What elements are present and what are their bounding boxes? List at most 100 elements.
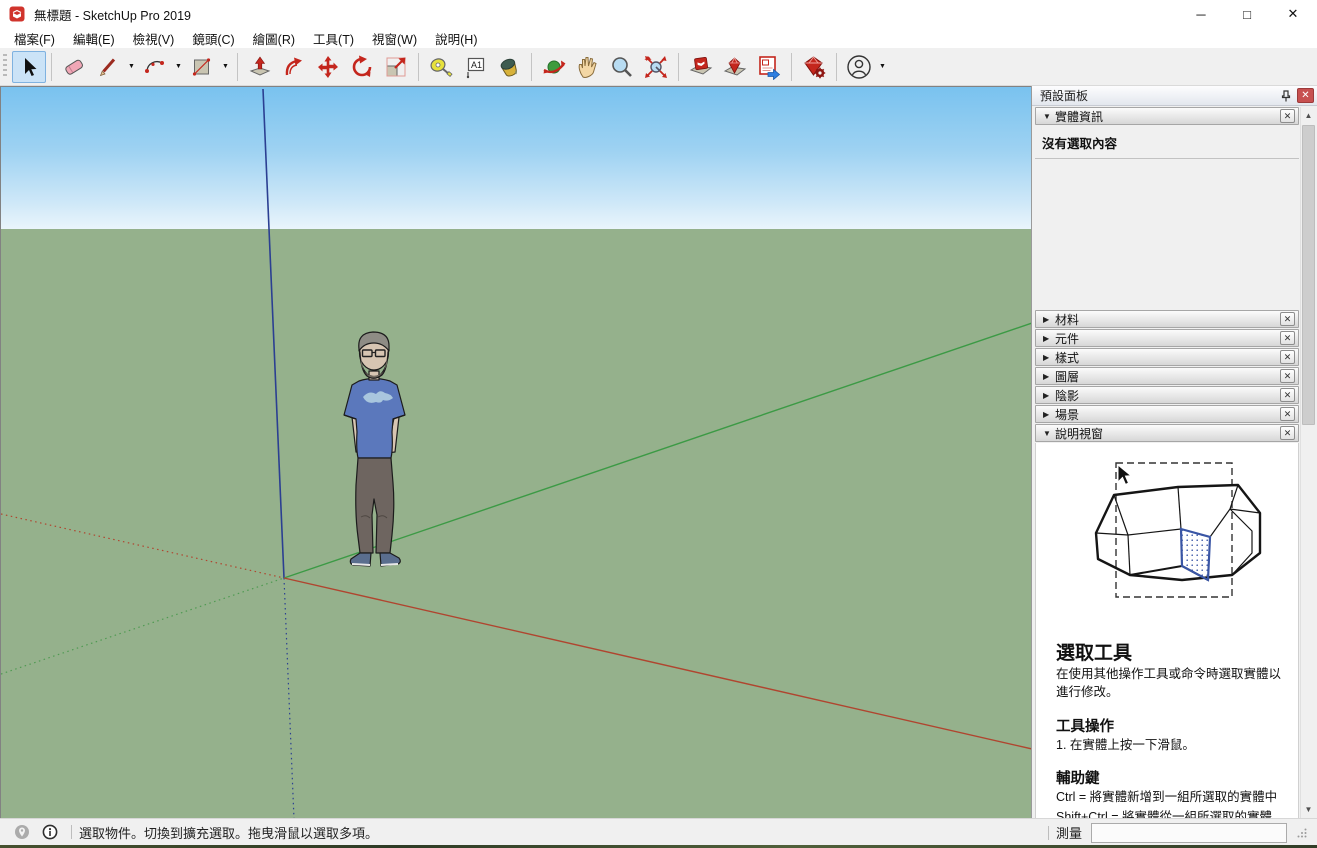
section-label: 場景 — [1055, 406, 1280, 423]
select-cursor-icon — [18, 56, 40, 78]
account-icon — [845, 53, 873, 81]
paint-bucket-tool-button[interactable] — [492, 51, 526, 83]
section-close-button[interactable]: ✕ — [1280, 407, 1295, 421]
section-close-button[interactable]: ✕ — [1280, 312, 1295, 326]
section-close-button[interactable]: ✕ — [1280, 109, 1295, 123]
cursor-arrow-icon — [1118, 465, 1131, 485]
arc-tool-button[interactable] — [138, 51, 172, 83]
section-label: 元件 — [1055, 330, 1280, 347]
push-pull-tool-button[interactable] — [243, 51, 277, 83]
section-instructor[interactable]: ▼ 說明視窗 ✕ — [1035, 424, 1299, 442]
tray-close-button[interactable]: ✕ — [1297, 88, 1314, 103]
tray-scrollbar[interactable]: ▲ ▼ — [1300, 107, 1316, 818]
share-model-icon — [722, 54, 748, 80]
orbit-icon — [541, 54, 567, 80]
menu-edit[interactable]: 編輯(E) — [64, 27, 124, 50]
move-tool-button[interactable] — [311, 51, 345, 83]
expand-arrow-icon: ▼ — [1043, 429, 1055, 438]
menu-camera[interactable]: 鏡頭(C) — [183, 27, 243, 50]
eraser-tool-button[interactable] — [57, 51, 91, 83]
section-components[interactable]: ▶ 元件 ✕ — [1035, 329, 1299, 347]
rectangle-tool-dropdown[interactable]: ▼ — [219, 51, 232, 83]
account-dropdown[interactable]: ▼ — [876, 51, 889, 83]
rectangle-icon — [190, 55, 214, 79]
extension-warehouse-button[interactable] — [797, 51, 831, 83]
menu-help[interactable]: 說明(H) — [426, 27, 486, 50]
red-axis-negative — [1, 514, 284, 578]
follow-me-icon — [281, 54, 307, 80]
measurement-label: 測量 — [1056, 823, 1082, 842]
menu-file[interactable]: 檔案(F) — [5, 27, 64, 50]
section-label: 材料 — [1055, 311, 1280, 328]
measurement-area: 測量 — [1041, 819, 1307, 846]
arc-tool-dropdown[interactable]: ▼ — [172, 51, 185, 83]
section-layers[interactable]: ▶ 圖層 ✕ — [1035, 367, 1299, 385]
text-tool-button[interactable]: A1 — [458, 51, 492, 83]
menu-draw[interactable]: 繪圖(R) — [244, 27, 304, 50]
expand-arrow-icon: ▼ — [1043, 112, 1055, 121]
selected-face — [1181, 529, 1210, 580]
instructor-house-illustration — [1046, 449, 1286, 617]
scale-figure-person — [344, 332, 405, 566]
arc-icon — [143, 55, 167, 79]
section-scenes[interactable]: ▶ 場景 ✕ — [1035, 405, 1299, 423]
pan-tool-button[interactable] — [571, 51, 605, 83]
zoom-tool-button[interactable] — [605, 51, 639, 83]
maximize-button[interactable]: □ — [1224, 0, 1270, 28]
scroll-up-arrow[interactable]: ▲ — [1301, 108, 1316, 123]
section-styles[interactable]: ▶ 樣式 ✕ — [1035, 348, 1299, 366]
send-to-layout-button[interactable] — [752, 51, 786, 83]
section-entity-info[interactable]: ▼ 實體資訊 ✕ — [1035, 107, 1299, 125]
section-label: 實體資訊 — [1055, 108, 1280, 125]
section-close-button[interactable]: ✕ — [1280, 388, 1295, 402]
scroll-down-arrow[interactable]: ▼ — [1301, 802, 1316, 817]
close-button[interactable]: ✕ — [1270, 0, 1316, 28]
entity-info-body — [1035, 159, 1299, 310]
line-tool-dropdown[interactable]: ▼ — [125, 51, 138, 83]
share-model-button[interactable] — [718, 51, 752, 83]
default-tray-panel: 預設面板 ✕ ▼ 實體資訊 ✕ 沒有選取內容 ▶ 材料 ✕ ▶ 元 — [1031, 86, 1317, 818]
model-viewport[interactable] — [0, 86, 1031, 818]
section-close-button[interactable]: ✕ — [1280, 331, 1295, 345]
pan-hand-icon — [575, 54, 601, 80]
menu-window[interactable]: 視窗(W) — [363, 27, 426, 50]
section-label: 說明視窗 — [1055, 425, 1280, 442]
geolocation-status-icon[interactable] — [14, 824, 30, 840]
section-shadows[interactable]: ▶ 陰影 ✕ — [1035, 386, 1299, 404]
zoom-extents-tool-button[interactable] — [639, 51, 673, 83]
resize-grip[interactable] — [1297, 828, 1307, 838]
pin-icon[interactable] — [1279, 89, 1293, 103]
sketchup-window: 無標題 - SketchUp Pro 2019 ─ □ ✕ 檔案(F) 編輯(E… — [0, 0, 1317, 848]
rectangle-tool-button[interactable] — [185, 51, 219, 83]
measurement-input[interactable] — [1091, 823, 1287, 843]
toolbar-grip[interactable] — [3, 54, 7, 79]
menu-view[interactable]: 檢視(V) — [124, 27, 184, 50]
section-close-button[interactable]: ✕ — [1280, 426, 1295, 440]
entity-info-empty-text: 沒有選取內容 — [1035, 126, 1299, 159]
account-button[interactable] — [842, 51, 876, 83]
instructor-content: 選取工具 在使用其他操作工具或命令時選取實體以進行修改。 工具操作 1. 在實體… — [1035, 443, 1299, 824]
section-close-button[interactable]: ✕ — [1280, 369, 1295, 383]
text-label-icon: A1 — [462, 54, 488, 80]
select-tool-button[interactable] — [12, 51, 46, 83]
section-label: 樣式 — [1055, 349, 1280, 366]
section-materials[interactable]: ▶ 材料 ✕ — [1035, 310, 1299, 328]
tray-title-bar[interactable]: 預設面板 ✕ — [1032, 86, 1317, 106]
rotate-tool-button[interactable] — [345, 51, 379, 83]
minimize-button[interactable]: ─ — [1178, 0, 1224, 28]
zoom-extents-icon — [643, 54, 669, 80]
credits-status-icon[interactable] — [42, 824, 58, 840]
title-bar: 無標題 - SketchUp Pro 2019 ─ □ ✕ — [0, 0, 1317, 28]
scale-tool-button[interactable] — [379, 51, 413, 83]
line-tool-button[interactable] — [91, 51, 125, 83]
menu-tools[interactable]: 工具(T) — [304, 27, 363, 50]
follow-me-tool-button[interactable] — [277, 51, 311, 83]
scrollbar-thumb[interactable] — [1302, 125, 1315, 425]
orbit-tool-button[interactable] — [537, 51, 571, 83]
3d-warehouse-button[interactable] — [684, 51, 718, 83]
3d-warehouse-icon — [688, 54, 714, 80]
section-close-button[interactable]: ✕ — [1280, 350, 1295, 364]
sketchup-logo-icon — [9, 6, 25, 22]
tape-measure-tool-button[interactable] — [424, 51, 458, 83]
collapse-arrow-icon: ▶ — [1043, 410, 1055, 419]
